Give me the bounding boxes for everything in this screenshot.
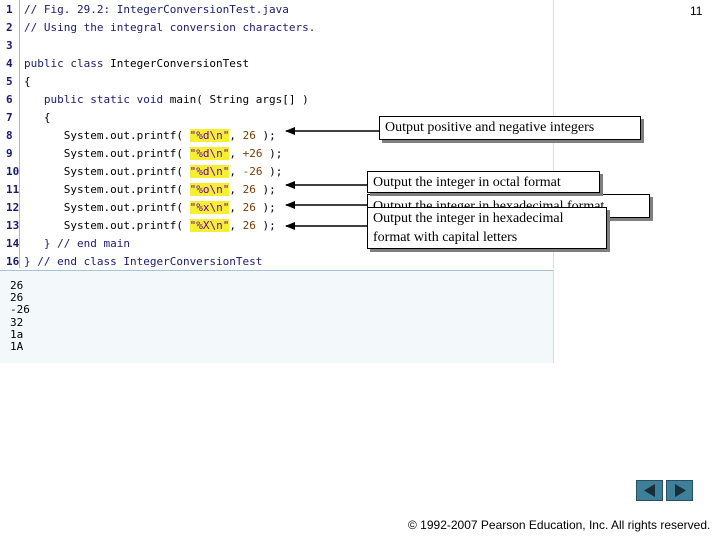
callout-hex-upper-line2: format with capital letters [373,230,518,245]
next-slide-button[interactable] [666,480,693,501]
callout-octal: Output the integer in octal format [367,171,600,193]
previous-slide-button[interactable] [636,480,663,501]
callout-hex-upper-line1: Output the integer in hexadecimal [373,211,564,226]
callout-arrows [285,127,380,230]
triangle-right-icon [675,484,686,497]
copyright-footer: © 1992-2007 Pearson Education, Inc. All … [408,518,711,532]
callout-positive-negative: Output positive and negative integers [379,116,641,140]
callout-octal-text: Output the integer in octal format [373,175,561,190]
callout-hex-upper: Output the integer in hexadecimal format… [367,207,607,249]
callout-positive-negative-text: Output positive and negative integers [385,120,595,135]
triangle-left-icon [644,484,655,497]
